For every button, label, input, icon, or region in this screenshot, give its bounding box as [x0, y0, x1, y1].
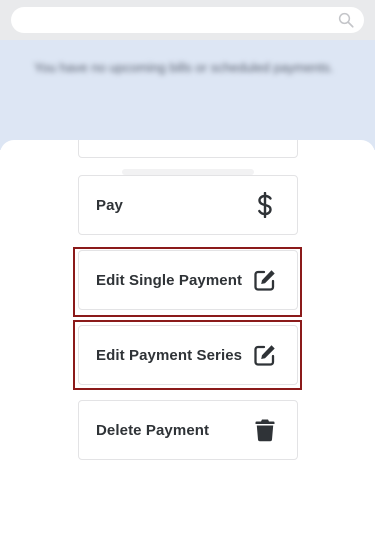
edit-single-payment-label: Edit Single Payment — [96, 271, 243, 289]
edit-single-payment-button[interactable]: Edit Single Payment — [78, 250, 298, 310]
dollar-icon — [253, 192, 277, 218]
pay-button[interactable]: Pay — [78, 175, 298, 235]
search-icon[interactable] — [337, 11, 355, 29]
header-bar — [0, 0, 375, 40]
no-upcoming-payments-banner: You have no upcoming bills or scheduled … — [0, 40, 375, 150]
edit-payment-series-button[interactable]: Edit Payment Series — [78, 325, 298, 385]
search-input[interactable] — [11, 7, 364, 33]
partial-action-card[interactable] — [78, 140, 298, 158]
edit-icon — [253, 343, 277, 367]
delete-payment-label: Delete Payment — [96, 421, 210, 439]
no-upcoming-payments-text: You have no upcoming bills or scheduled … — [34, 60, 334, 75]
trash-icon — [253, 418, 277, 442]
edit-icon — [253, 268, 277, 292]
pay-label: Pay — [96, 196, 123, 214]
edit-payment-series-label: Edit Payment Series — [96, 346, 243, 364]
delete-payment-button[interactable]: Delete Payment — [78, 400, 298, 460]
